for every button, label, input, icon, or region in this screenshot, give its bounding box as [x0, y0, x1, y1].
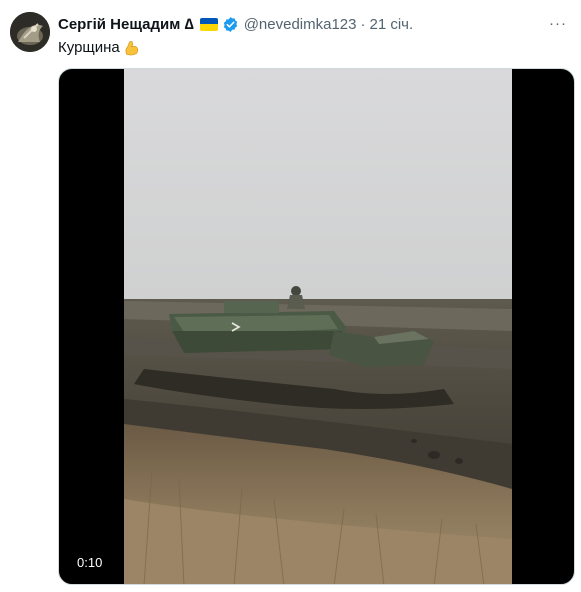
- avatar[interactable]: [10, 12, 50, 52]
- video-frame: [124, 69, 512, 584]
- avatar-image: [10, 12, 50, 52]
- flexed-biceps-icon: [125, 41, 138, 56]
- tweet-text-content: Курщина: [58, 39, 120, 56]
- more-options-icon: ···: [549, 14, 567, 32]
- tweet-timestamp[interactable]: 21 січ.: [369, 16, 413, 33]
- user-handle[interactable]: @nevedimka123: [244, 16, 357, 33]
- verified-badge-icon: [223, 16, 237, 32]
- tweet-text: Курщина: [58, 38, 141, 58]
- header-separator: ·: [360, 15, 366, 33]
- ukraine-flag-icon: [199, 17, 218, 31]
- display-name[interactable]: Сергій Нещадим ∆: [58, 16, 194, 33]
- tweet-card: Сергій Нещадим ∆ @nevedimka123 · 21 січ.…: [0, 0, 581, 592]
- tweet-header: Сергій Нещадим ∆ @nevedimka123 · 21 січ.: [58, 14, 413, 34]
- more-options-button[interactable]: ···: [545, 10, 571, 36]
- video-duration: 0:10: [77, 555, 103, 570]
- video-player[interactable]: 0:10: [58, 68, 575, 585]
